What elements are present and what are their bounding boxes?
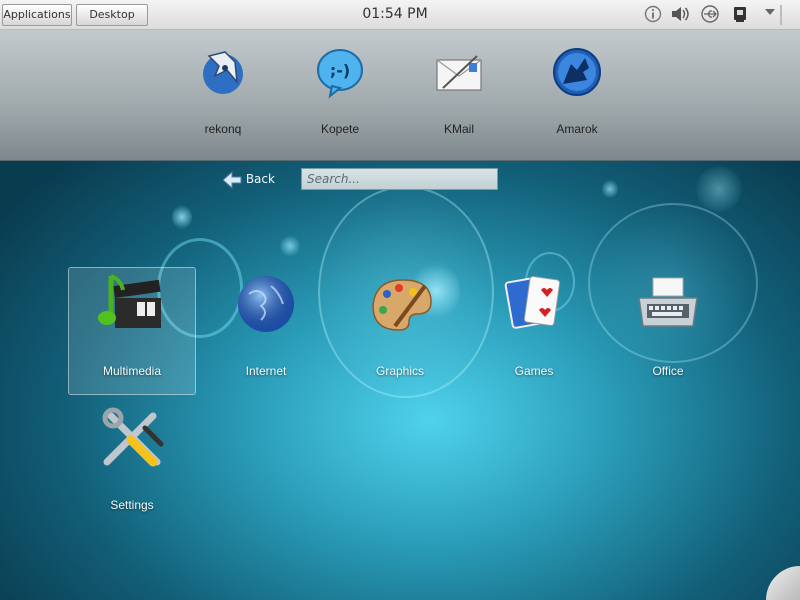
bg-bubble xyxy=(696,166,742,212)
bg-bubble xyxy=(172,205,192,229)
clock[interactable]: 01:54 PM xyxy=(350,6,440,22)
games-icon xyxy=(499,272,569,342)
favorite-amarok[interactable]: Amarok xyxy=(532,44,622,136)
bg-bubble xyxy=(602,180,618,198)
category-graphics[interactable]: Graphics xyxy=(340,272,460,378)
category-label: Games xyxy=(514,364,554,378)
kopete-icon: ;-) xyxy=(312,44,368,100)
applications-button[interactable]: Applications xyxy=(2,4,72,26)
category-label: Multimedia xyxy=(102,364,162,378)
favorite-kmail[interactable]: KMail xyxy=(414,44,504,136)
favorite-rekonq[interactable]: rekonq xyxy=(178,44,268,136)
office-icon xyxy=(633,272,703,342)
corner-toolbox-button[interactable] xyxy=(766,566,800,600)
category-settings[interactable]: Settings xyxy=(72,406,192,512)
graphics-icon xyxy=(365,272,435,342)
back-arrow-icon xyxy=(222,170,242,189)
internet-icon xyxy=(231,272,301,342)
favorite-label: KMail xyxy=(443,122,474,136)
bg-bubble xyxy=(280,236,300,256)
category-office[interactable]: Office xyxy=(608,272,728,378)
back-button[interactable]: Back xyxy=(222,168,275,190)
settings-icon xyxy=(97,406,167,476)
category-internet[interactable]: Internet xyxy=(206,272,326,378)
favorites-bar: rekonq ;-) Kopete KMail Amarok xyxy=(0,30,800,161)
multimedia-icon xyxy=(97,272,167,342)
search-input[interactable] xyxy=(301,168,498,190)
category-games[interactable]: Games xyxy=(474,272,594,378)
top-panel: Applications Desktop 01:54 PM xyxy=(0,0,800,30)
chevron-down-icon[interactable] xyxy=(760,5,780,25)
favorite-label: Kopete xyxy=(320,122,360,136)
favorite-label: rekonq xyxy=(204,122,242,136)
kmail-icon xyxy=(431,44,487,100)
panel-divider xyxy=(780,5,782,25)
svg-text:;-): ;-) xyxy=(330,61,350,80)
desktop-button[interactable]: Desktop xyxy=(76,4,148,26)
favorite-kopete[interactable]: ;-) Kopete xyxy=(295,44,385,136)
usb-device-icon[interactable] xyxy=(700,5,720,25)
rekonq-icon xyxy=(195,44,251,100)
back-label: Back xyxy=(245,172,275,186)
category-label: Office xyxy=(652,364,684,378)
volume-icon[interactable] xyxy=(670,5,690,25)
category-label: Graphics xyxy=(375,364,425,378)
category-multimedia[interactable]: Multimedia xyxy=(72,272,192,378)
amarok-icon xyxy=(549,44,605,100)
network-icon[interactable] xyxy=(730,5,750,25)
category-label: Internet xyxy=(245,364,287,378)
category-label: Settings xyxy=(110,498,154,512)
favorite-label: Amarok xyxy=(556,122,598,136)
info-icon[interactable] xyxy=(643,5,663,25)
